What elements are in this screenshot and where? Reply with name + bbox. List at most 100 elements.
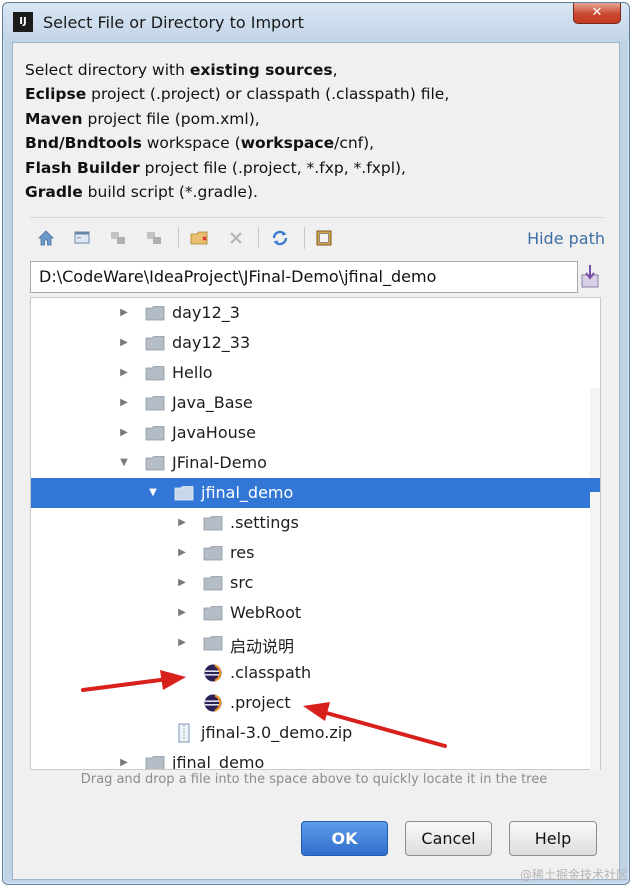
new-folder-icon	[190, 231, 208, 245]
description-line-6: Gradle build script (*.gradle).	[25, 183, 258, 202]
tree-row[interactable]: ▶ day12_3	[31, 298, 600, 328]
tree-row[interactable]: ▶ jfinal_demo	[31, 748, 600, 770]
tree-row[interactable]: ▶ JavaHouse	[31, 418, 600, 448]
toolbar-separator	[258, 227, 259, 249]
module-icon	[147, 232, 161, 244]
folder-icon	[203, 543, 223, 563]
folder-icon	[145, 303, 165, 323]
tree-row-label: JavaHouse	[172, 423, 256, 442]
folder-icon	[174, 483, 194, 503]
file-tree[interactable]: ▶ day12_3 ▶ day12_33 ▶ Hello ▶ Java_Base ▶ JavaHo…	[30, 297, 601, 770]
cancel-button[interactable]: Cancel	[405, 821, 492, 856]
toolbar-divider	[30, 217, 604, 218]
tree-row[interactable]: ▼ JFinal-Demo	[31, 448, 600, 478]
tree-row-label: src	[230, 573, 254, 592]
collapsed-arrow-icon[interactable]: ▶	[118, 366, 130, 380]
toolbar-separator	[304, 227, 305, 249]
path-history-button[interactable]	[580, 263, 600, 289]
folder-icon	[145, 423, 165, 443]
watermark: @稀土掘金技术社区	[519, 868, 628, 882]
tree-row[interactable]: ▶ Hello	[31, 358, 600, 388]
show-hidden-files-button[interactable]	[312, 226, 336, 250]
dialog-description: Select directory with existing sources, …	[25, 58, 449, 204]
folder-icon	[145, 753, 165, 769]
path-input[interactable]: D:\CodeWare\IdeaProject\JFinal-Demo\jfin…	[30, 261, 578, 293]
tree-row[interactable]: ▶ day12_33	[31, 328, 600, 358]
folder-icon	[145, 363, 165, 383]
delete-icon	[230, 232, 242, 244]
tree-row[interactable]: ▶ Java_Base	[31, 388, 600, 418]
folder-icon	[203, 573, 223, 593]
desktop-icon	[74, 231, 90, 244]
tree-row[interactable]: ▶ 启动说明	[31, 628, 600, 658]
tree-scrollbar[interactable]	[590, 388, 600, 770]
show-hidden-icon	[316, 230, 332, 246]
project-directory-button[interactable]	[106, 226, 130, 250]
collapsed-arrow-icon[interactable]: ▶	[176, 576, 188, 590]
tree-scrollbar-thumb[interactable]	[590, 478, 600, 492]
tree-row[interactable]: .project	[31, 688, 600, 718]
collapsed-arrow-icon[interactable]: ▶	[176, 516, 188, 530]
collapsed-arrow-icon[interactable]: ▶	[118, 306, 130, 320]
folder-icon	[203, 633, 223, 653]
close-button[interactable]: ✕	[573, 3, 621, 24]
folder-icon	[145, 453, 165, 473]
drag-drop-hint: Drag and drop a file into the space abov…	[80, 772, 548, 787]
collapsed-arrow-icon[interactable]: ▶	[176, 606, 188, 620]
collapsed-arrow-icon[interactable]: ▶	[118, 426, 130, 440]
collapsed-arrow-icon[interactable]: ▶	[176, 636, 188, 650]
collapsed-arrow-icon[interactable]: ▶	[176, 546, 188, 560]
tree-row[interactable]: .classpath	[31, 658, 600, 688]
folder-icon	[145, 393, 165, 413]
description-line-3: Maven project file (pom.xml),	[25, 109, 260, 128]
refresh-button[interactable]	[268, 226, 292, 250]
tree-row-label: day12_33	[172, 333, 251, 352]
tree-row-label: WebRoot	[230, 603, 302, 622]
delete-button[interactable]	[224, 226, 248, 250]
file-chooser-toolbar: Hide path	[30, 224, 605, 252]
tree-row-label: .classpath	[230, 663, 312, 682]
collapsed-arrow-icon[interactable]: ▶	[118, 396, 130, 410]
module-directory-button[interactable]	[142, 226, 166, 250]
home-icon	[38, 230, 54, 246]
desktop-button[interactable]	[70, 226, 94, 250]
folder-icon	[145, 333, 165, 353]
tree-row-label: Java_Base	[172, 393, 253, 412]
folder-icon	[203, 603, 223, 623]
description-line-5: Flash Builder project file (.project, *.…	[25, 158, 406, 177]
hide-path-link[interactable]: Hide path	[527, 229, 605, 248]
tree-row[interactable]: ▶ src	[31, 568, 600, 598]
tree-row[interactable]: ▼ jfinal_demo	[31, 478, 600, 508]
ok-button[interactable]: OK	[301, 821, 388, 856]
title-bar: IJ Select File or Directory to Import ✕	[3, 3, 629, 41]
tree-row-label: jfinal_demo	[172, 753, 265, 770]
tree-row-label: 启动说明	[230, 637, 295, 656]
tree-row-label: jfinal_demo	[201, 483, 294, 502]
toolbar-separator	[178, 227, 179, 249]
zip-file-icon	[174, 723, 194, 743]
collapsed-arrow-icon[interactable]: ▶	[118, 756, 130, 769]
download-history-icon	[581, 265, 599, 288]
tree-row[interactable]: ▶ .settings	[31, 508, 600, 538]
tree-row-label: .settings	[230, 513, 299, 532]
eclipse-file-icon	[203, 663, 223, 683]
tree-row[interactable]: ▶ res	[31, 538, 600, 568]
eclipse-file-icon	[203, 693, 223, 713]
new-folder-button[interactable]	[188, 226, 212, 250]
tree-row-label: jfinal-3.0_demo.zip	[201, 723, 353, 742]
description-line-2: Eclipse project (.project) or classpath …	[25, 85, 450, 104]
description-line-4: Bnd/Bndtools workspace (workspace/cnf),	[25, 134, 375, 153]
window-title: Select File or Directory to Import	[43, 13, 304, 32]
tree-row[interactable]: ▶ WebRoot	[31, 598, 600, 628]
tree-row-label: day12_3	[172, 303, 240, 322]
home-button[interactable]	[34, 226, 58, 250]
tree-row-label: .project	[230, 693, 291, 712]
collapsed-arrow-icon[interactable]: ▶	[118, 336, 130, 350]
expanded-arrow-icon[interactable]: ▼	[147, 486, 159, 500]
expanded-arrow-icon[interactable]: ▼	[118, 456, 130, 470]
intellij-app-icon: IJ	[13, 12, 33, 32]
help-button[interactable]: Help	[509, 821, 597, 856]
refresh-icon	[272, 230, 288, 246]
tree-row[interactable]: jfinal-3.0_demo.zip	[31, 718, 600, 748]
description-line-1: Select directory with existing sources,	[25, 61, 338, 79]
